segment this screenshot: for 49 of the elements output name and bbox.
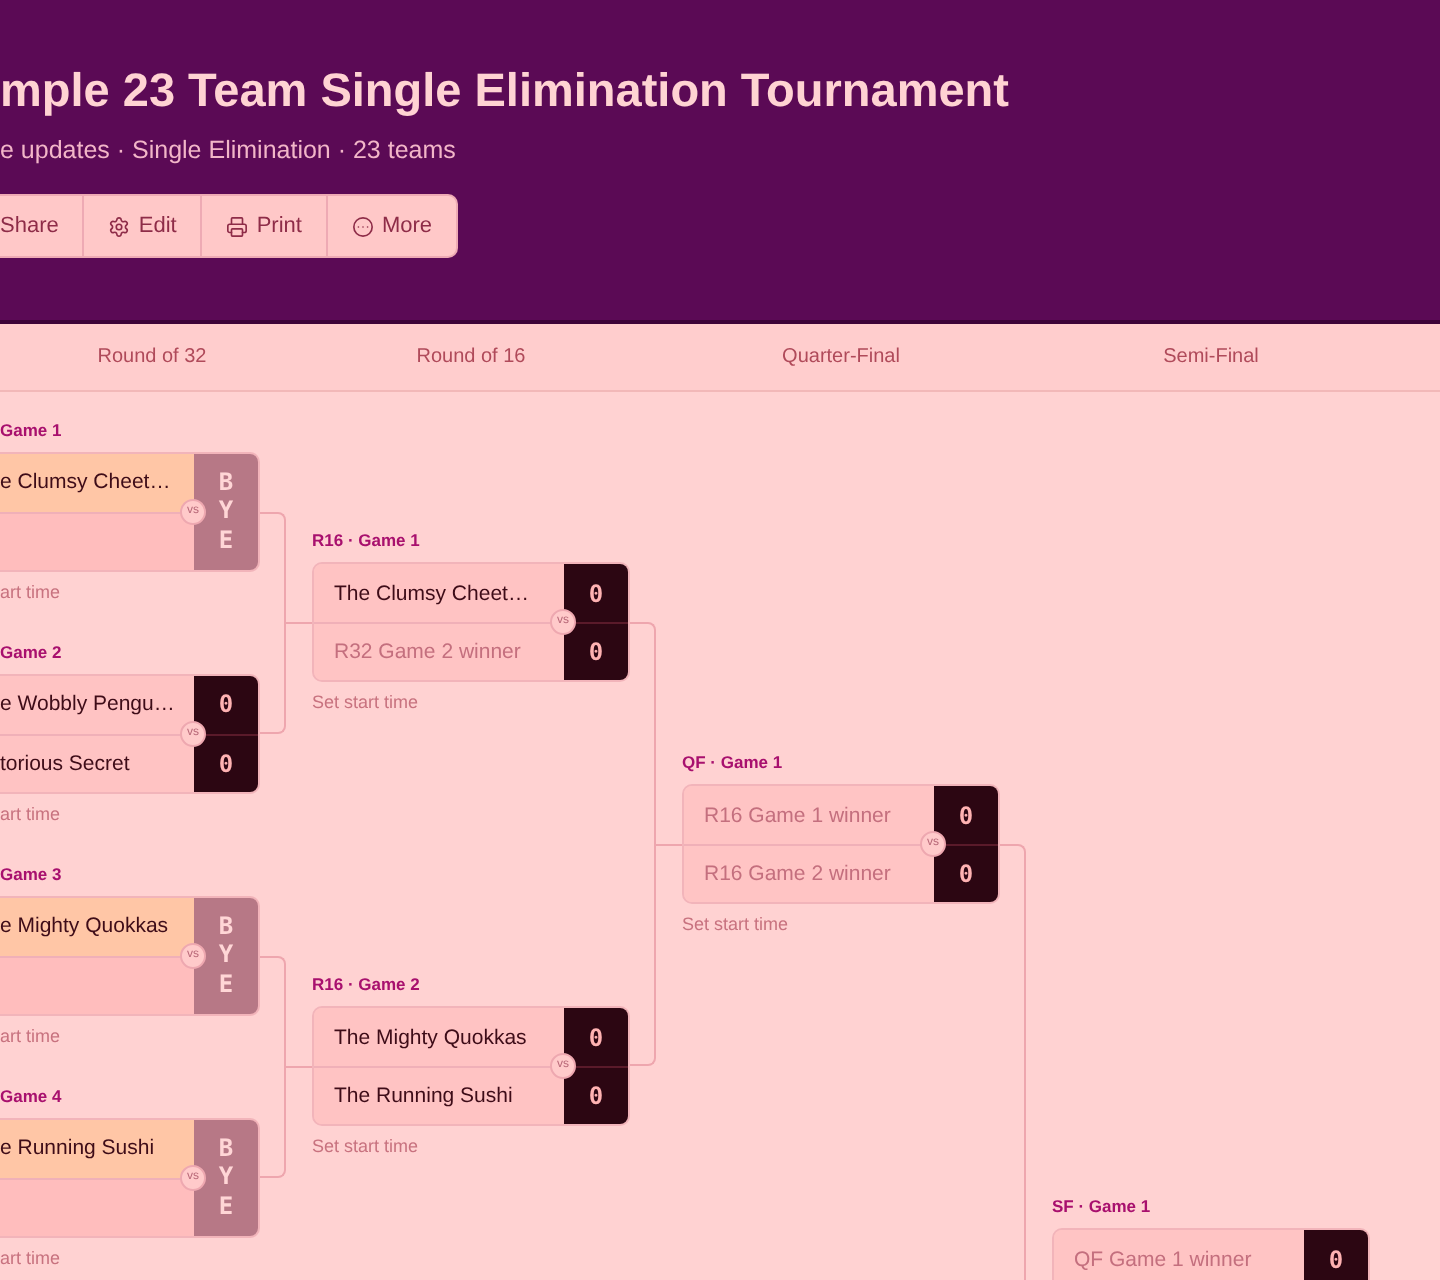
start-time-link[interactable]: art time (0, 803, 61, 825)
score-text: 0 (588, 1023, 604, 1051)
score-text: 0 (588, 638, 604, 666)
start-time-link[interactable]: art time (0, 1025, 61, 1047)
page-title: mple 23 Team Single Elimination Tournament (0, 62, 1009, 118)
start-time-link[interactable]: Set start time (312, 692, 419, 714)
match-label: Game 1 (0, 419, 62, 441)
toolbar-button[interactable]: Edit (84, 194, 203, 258)
round-title: Quarter-Final (782, 346, 900, 368)
tournament-meta: e updates · Single Elimination · 23 teams (0, 136, 456, 166)
team-name: e Clumsy Cheet… (0, 470, 171, 494)
team-name: torious Secret (0, 751, 130, 775)
round-title: Semi-Final (1163, 346, 1259, 368)
score-text: 0 (958, 801, 974, 829)
start-time-link[interactable]: Set start time (312, 1136, 419, 1158)
team-name: R16 Game 2 winner (704, 862, 891, 886)
match-label: QF · Game 1 (682, 752, 783, 774)
toolbar-button[interactable]: Share (0, 194, 85, 258)
team-name: The Clumsy Cheet… (334, 581, 529, 605)
score-text: 0 (218, 749, 234, 777)
match-label: SF · Game 1 (1052, 1196, 1151, 1218)
match-label: Game 2 (0, 641, 62, 663)
round-title: Round of 32 (97, 346, 207, 368)
team-name: The Running Sushi (334, 1084, 513, 1108)
match-label: Game 3 (0, 863, 62, 885)
toolbar-button[interactable]: Print (202, 194, 328, 258)
score-text: 0 (588, 579, 604, 607)
match-label: R16 · Game 2 (312, 974, 420, 996)
team-name: The Mighty Quokkas (334, 1025, 527, 1049)
match-label: R16 · Game 1 (312, 530, 420, 552)
team-name: e Mighty Quokkas (0, 914, 169, 938)
team-name: R32 Game 2 winner (334, 640, 521, 664)
score-text: 0 (218, 690, 234, 718)
team-name: e Running Sushi (0, 1136, 155, 1160)
more-icon (351, 215, 374, 237)
settings-icon (108, 215, 131, 237)
start-time-link[interactable]: art time (0, 581, 61, 603)
score-text: 0 (1328, 1245, 1344, 1273)
match-label: Game 4 (0, 1085, 62, 1107)
start-time-link[interactable]: Set start time (682, 914, 789, 936)
team-name: e Wobbly Pengu… (0, 692, 175, 716)
toolbar-button[interactable]: More (327, 194, 459, 258)
score-text: 0 (958, 860, 974, 888)
start-time-link[interactable]: art time (0, 1247, 61, 1269)
score-text: 0 (588, 1082, 604, 1110)
team-name: QF Game 1 winner (1074, 1247, 1252, 1271)
round-title: Round of 16 (416, 346, 526, 368)
team-name: R16 Game 1 winner (704, 803, 891, 827)
printer-icon (226, 215, 249, 237)
